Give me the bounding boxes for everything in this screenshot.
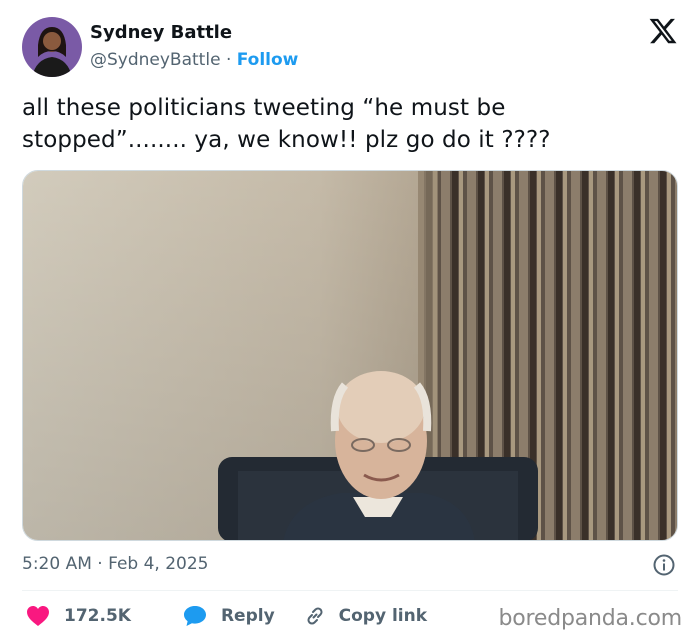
tweet-date: Feb 4, 2025 [108,554,209,574]
x-logo-icon[interactable] [648,16,678,46]
display-name[interactable]: Sydney Battle [90,22,298,44]
action-bar: 172.5K Reply Copy link [26,601,427,631]
avatar[interactable] [22,17,82,77]
reply-label: Reply [220,606,275,626]
divider [22,590,678,591]
tweet-photo[interactable] [22,170,678,541]
copy-link-button[interactable]: Copy link [303,604,427,628]
author-names: Sydney Battle @SydneyBattle · Follow [90,22,298,72]
info-icon[interactable] [652,553,676,577]
tweet-time: 5:20 AM [22,554,92,574]
timestamp-separator: · [97,554,103,574]
link-icon [307,607,323,625]
like-button[interactable]: 172.5K [26,605,131,627]
speech-bubble-icon [183,606,206,626]
handle-separator: · [225,50,232,70]
tweet-text: all these politicians tweeting “he must … [22,95,551,153]
copy-link-label: Copy link [338,606,428,626]
tweet-header: Sydney Battle @SydneyBattle · Follow [22,16,682,78]
handle[interactable]: @SydneyBattle [90,50,221,70]
tweet-timestamp[interactable]: 5:20 AM · Feb 4, 2025 [22,554,209,574]
heart-icon [27,606,49,626]
watermark: boredpanda.com [498,606,682,631]
reply-button[interactable]: Reply [183,605,275,627]
like-count: 172.5K [64,606,131,626]
handle-row: @SydneyBattle · Follow [90,48,298,72]
follow-button[interactable]: Follow [237,50,299,70]
